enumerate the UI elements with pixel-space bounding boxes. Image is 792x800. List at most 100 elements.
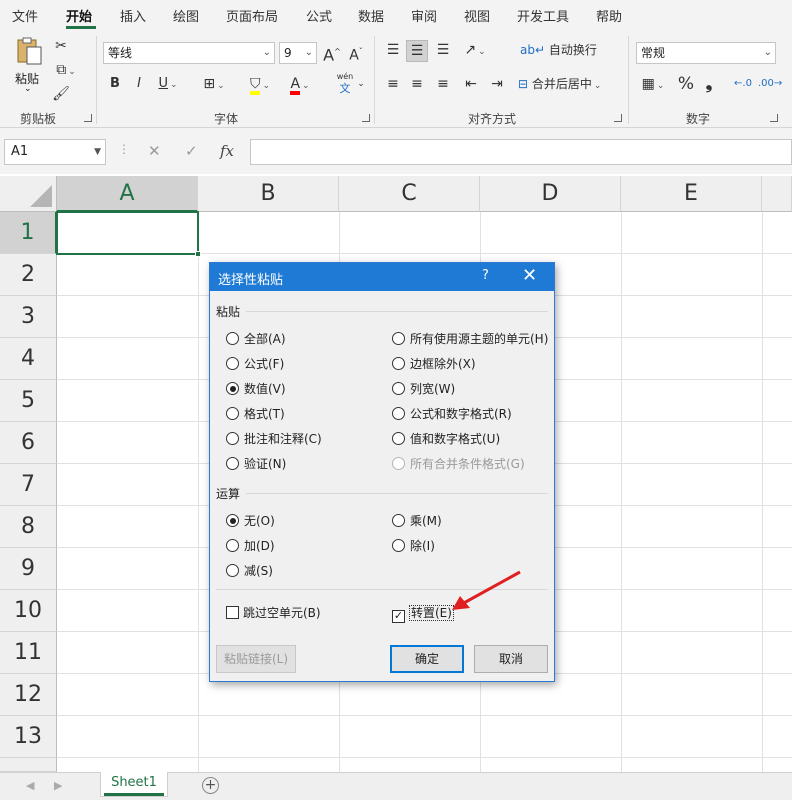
menu-review[interactable]: 审阅	[411, 6, 437, 25]
paste-option-values[interactable]: 数值(V)	[226, 381, 286, 399]
borders-icon[interactable]: ⊞ ⌄	[198, 74, 230, 96]
paste-button[interactable]: 粘贴 ⌄	[12, 36, 48, 94]
grow-font-icon[interactable]: A^	[322, 42, 342, 65]
align-left-icon[interactable]: ≡	[382, 74, 404, 94]
font-size-combo[interactable]: 9 ⌄	[279, 42, 317, 64]
row-header-9[interactable]: 9	[0, 548, 57, 590]
operation-subtract[interactable]: 减(S)	[226, 563, 273, 581]
column-header-d[interactable]: D	[480, 176, 621, 212]
row-header-12[interactable]: 12	[0, 674, 57, 716]
cancel-button[interactable]: 取消	[474, 645, 548, 673]
row-header-4[interactable]: 4	[0, 338, 57, 380]
underline-button[interactable]: U ⌄	[154, 74, 182, 95]
name-box[interactable]: A1 ▼	[4, 139, 106, 165]
scroll-right-icon[interactable]: ▶	[54, 779, 62, 792]
percent-button[interactable]: %	[676, 74, 696, 94]
menu-view[interactable]: 视图	[464, 6, 490, 25]
paste-option-all[interactable]: 全部(A)	[226, 331, 286, 349]
menu-file[interactable]: 文件	[12, 6, 38, 25]
operation-multiply[interactable]: 乘(M)	[392, 513, 442, 531]
shrink-font-icon[interactable]: Aˇ	[346, 42, 366, 66]
formula-input[interactable]	[250, 139, 792, 165]
menu-formulas[interactable]: 公式	[306, 6, 332, 25]
cancel-icon[interactable]: ✕	[148, 142, 161, 160]
selected-cell[interactable]	[56, 211, 199, 255]
align-center-icon[interactable]: ≡	[406, 74, 428, 94]
chevron-down-icon[interactable]: ⌄	[356, 74, 366, 94]
menu-insert[interactable]: 插入	[120, 6, 146, 25]
add-sheet-icon[interactable]: +	[202, 777, 219, 794]
decrease-decimal-icon[interactable]: .00→	[758, 74, 782, 94]
row-header-1[interactable]: 1	[0, 212, 57, 254]
align-right-icon[interactable]: ≡	[432, 74, 454, 94]
paste-option-formulas-number-formats[interactable]: 公式和数字格式(R)	[392, 406, 512, 424]
paste-option-comments[interactable]: 批注和注释(C)	[226, 431, 322, 449]
increase-indent-icon[interactable]: ⇥	[486, 74, 508, 94]
increase-decimal-icon[interactable]: ←.0	[732, 74, 754, 94]
paste-option-column-widths[interactable]: 列宽(W)	[392, 381, 455, 399]
transpose-checkbox[interactable]: ✓ 转置(E)	[392, 605, 454, 623]
ok-button[interactable]: 确定	[390, 645, 464, 673]
column-header-b[interactable]: B	[198, 176, 339, 212]
operation-none[interactable]: 无(O)	[226, 513, 275, 531]
menu-page-layout[interactable]: 页面布局	[226, 6, 278, 25]
row-header-11[interactable]: 11	[0, 632, 57, 674]
help-icon[interactable]: ?	[482, 268, 489, 283]
font-color-icon[interactable]: A ⌄	[284, 74, 316, 96]
insert-function-icon[interactable]: fx	[220, 142, 234, 160]
dialog-title-bar[interactable]: 选择性粘贴 ? ✕	[210, 263, 554, 291]
accounting-format-icon[interactable]: ▦ ⌄	[636, 74, 670, 96]
operation-add[interactable]: 加(D)	[226, 538, 275, 556]
copy-icon[interactable]: ⧉ ⌄	[52, 60, 80, 82]
menu-draw[interactable]: 绘图	[173, 6, 199, 25]
menu-home[interactable]: 开始	[66, 6, 92, 25]
paste-option-values-number-formats[interactable]: 值和数字格式(U)	[392, 431, 500, 449]
clipboard-launcher-icon[interactable]	[84, 114, 92, 122]
row-header-14[interactable]	[0, 758, 57, 772]
row-header-13[interactable]: 13	[0, 716, 57, 758]
bold-button[interactable]: B	[106, 74, 124, 94]
menu-help[interactable]: 帮助	[596, 6, 622, 25]
select-all-button[interactable]	[0, 176, 57, 212]
align-bottom-icon[interactable]: ☰	[432, 40, 454, 60]
align-middle-icon[interactable]: ☰	[406, 40, 428, 62]
number-format-combo[interactable]: 常规 ⌄	[636, 42, 776, 64]
comma-button[interactable]: ❟	[700, 74, 718, 94]
menu-developer[interactable]: 开发工具	[517, 6, 569, 25]
cut-icon[interactable]: ✂	[52, 36, 70, 56]
merge-center-button[interactable]: ⊟ 合并后居中 ⌄	[518, 74, 620, 96]
skip-blanks-checkbox[interactable]: 跳过空单元(B)	[226, 605, 321, 623]
column-header-e[interactable]: E	[621, 176, 762, 212]
menu-data[interactable]: 数据	[358, 6, 384, 25]
font-launcher-icon[interactable]	[362, 114, 370, 122]
number-launcher-icon[interactable]	[770, 114, 778, 122]
font-name-combo[interactable]: 等线 ⌄	[103, 42, 275, 64]
operation-divide[interactable]: 除(I)	[392, 538, 435, 556]
alignment-launcher-icon[interactable]	[614, 114, 622, 122]
paste-option-formats[interactable]: 格式(T)	[226, 406, 285, 424]
row-header-10[interactable]: 10	[0, 590, 57, 632]
row-header-6[interactable]: 6	[0, 422, 57, 464]
fill-handle[interactable]	[195, 251, 201, 257]
row-header-2[interactable]: 2	[0, 254, 57, 296]
paste-option-no-borders[interactable]: 边框除外(X)	[392, 356, 476, 374]
align-top-icon[interactable]: ☰	[382, 40, 404, 60]
format-painter-icon[interactable]: 🖌	[52, 84, 70, 104]
row-header-3[interactable]: 3	[0, 296, 57, 338]
column-header-f[interactable]	[762, 176, 792, 212]
column-header-c[interactable]: C	[339, 176, 480, 212]
decrease-indent-icon[interactable]: ⇤	[460, 74, 482, 94]
wrap-text-button[interactable]: ab↵ 自动换行	[520, 40, 608, 60]
paste-option-validation[interactable]: 验证(N)	[226, 456, 286, 474]
row-header-7[interactable]: 7	[0, 464, 57, 506]
paste-option-source-theme[interactable]: 所有使用源主题的单元(H)	[392, 331, 548, 349]
enter-icon[interactable]: ✓	[185, 142, 198, 160]
paste-option-formulas[interactable]: 公式(F)	[226, 356, 284, 374]
column-header-a[interactable]: A	[57, 176, 198, 212]
scroll-left-icon[interactable]: ◀	[26, 779, 34, 792]
close-icon[interactable]: ✕	[522, 265, 537, 286]
orientation-icon[interactable]: ↗ ⌄	[458, 40, 492, 62]
row-header-8[interactable]: 8	[0, 506, 57, 548]
fill-color-icon[interactable]: ⛉ ⌄	[244, 74, 276, 96]
row-header-5[interactable]: 5	[0, 380, 57, 422]
